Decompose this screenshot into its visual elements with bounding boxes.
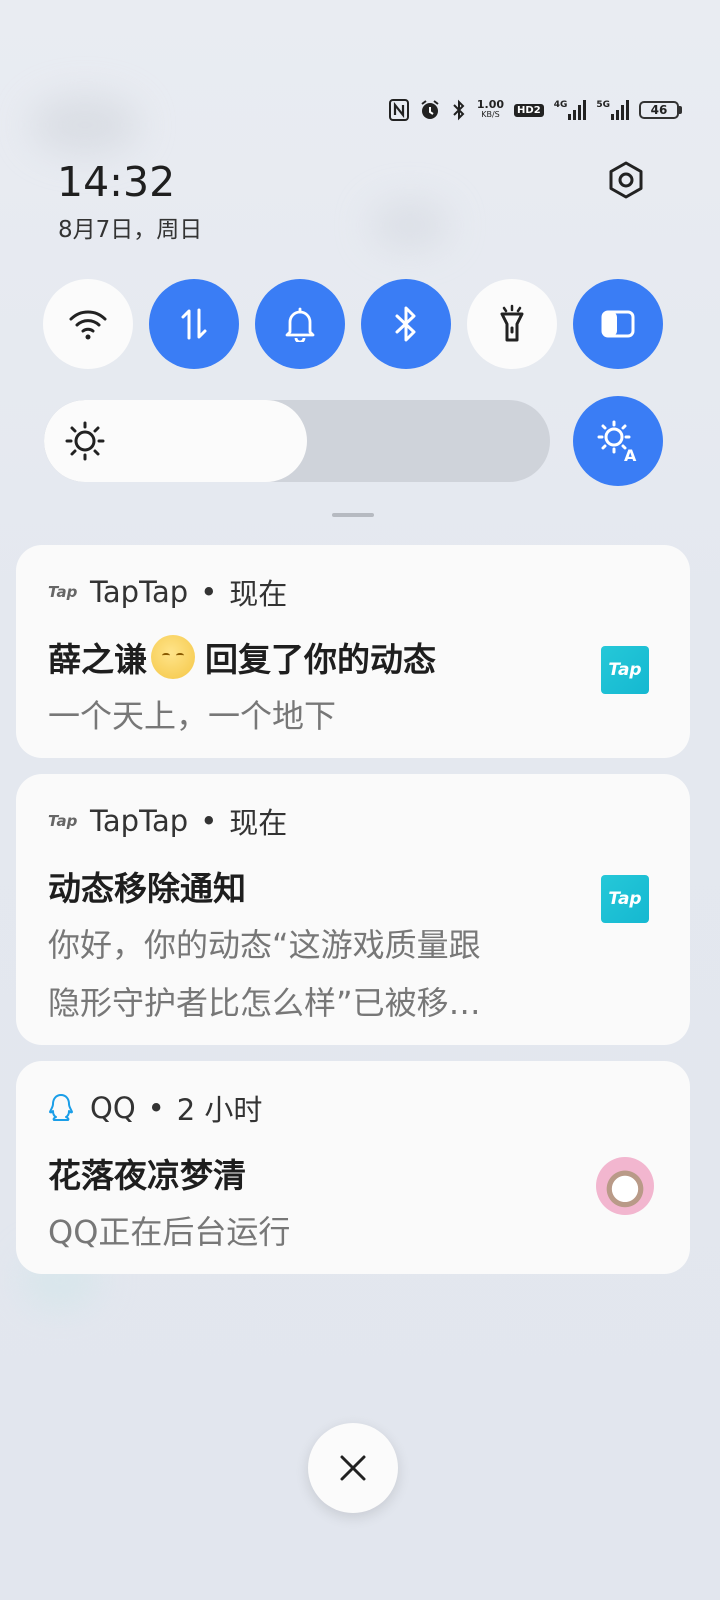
app-name: TapTap	[90, 575, 189, 609]
notification-body: 你好，你的动态“这游戏质量跟 隐形守护者比怎么样”已被移…	[48, 916, 558, 1032]
taptap-mini-icon: Tap	[48, 583, 78, 601]
net-speed: 1.00 KB/S	[477, 99, 504, 120]
notification-card[interactable]: Tap TapTap • 现在 薛之谦 回复了你的动态 一个天上，一个地下 Ta…	[16, 545, 690, 758]
separator: •	[200, 575, 218, 609]
signal-bars-icon	[568, 100, 587, 120]
notification-header: Tap TapTap • 现在	[48, 571, 658, 613]
bluetooth-icon	[451, 99, 467, 121]
signal-2: 5G	[596, 100, 629, 120]
auto-brightness-icon: A	[597, 420, 637, 463]
app-name: TapTap	[90, 804, 189, 838]
wifi-icon	[69, 310, 107, 340]
notification-body: QQ正在后台运行	[48, 1213, 291, 1251]
mobile-data-icon	[181, 308, 207, 340]
flashlight-icon	[500, 304, 524, 342]
notification-time: 现在	[229, 577, 288, 611]
wallpaper-blob	[30, 95, 140, 155]
notification-time: 现在	[229, 806, 288, 840]
notification-title-name: 薛之谦	[48, 640, 147, 679]
toggle-bluetooth[interactable]	[361, 279, 451, 369]
svg-text:A: A	[624, 446, 637, 463]
bluetooth-icon	[395, 306, 416, 342]
battery-icon: 46	[639, 101, 682, 119]
toggle-wifi[interactable]	[43, 279, 133, 369]
wallpaper-blob	[370, 200, 450, 250]
net-speed-unit: KB/S	[481, 110, 500, 119]
notification-body-line: 你好，你的动态“这游戏质量跟	[48, 926, 481, 964]
taptap-app-icon: Tap	[601, 646, 649, 694]
settings-gear-icon[interactable]	[606, 160, 646, 200]
bell-icon	[285, 307, 315, 342]
notification-header: Tap TapTap • 现在	[48, 800, 658, 842]
close-button[interactable]	[308, 1423, 398, 1513]
status-bar: 1.00 KB/S HD2 4G 5G 46	[388, 96, 682, 124]
dark-mode-icon	[601, 310, 635, 338]
signal-1-label: 4G	[553, 100, 568, 110]
close-icon	[340, 1455, 366, 1481]
notification-title: 花落夜凉梦清	[48, 1156, 246, 1195]
notification-title: 动态移除通知	[48, 869, 246, 908]
notification-header: QQ • 2 小时	[48, 1087, 658, 1129]
signal-2-label: 5G	[596, 100, 610, 110]
separator: •	[200, 804, 218, 838]
toggle-flashlight[interactable]	[467, 279, 557, 369]
toggle-mobile-data[interactable]	[149, 279, 239, 369]
nfc-icon	[388, 99, 409, 121]
brightness-slider[interactable]	[44, 400, 550, 482]
signal-bars-icon	[611, 100, 629, 120]
signal-1: 4G	[554, 100, 587, 120]
clock-time: 14:32	[57, 158, 176, 206]
separator: •	[147, 1091, 165, 1125]
notification-body: 一个天上，一个地下	[48, 697, 337, 735]
taptap-mini-icon: Tap	[48, 812, 78, 830]
notification-card[interactable]: Tap TapTap • 现在 动态移除通知 你好，你的动态“这游戏质量跟 隐形…	[16, 774, 690, 1045]
hd-badge: HD2	[514, 103, 544, 117]
notification-card[interactable]: QQ • 2 小时 花落夜凉梦清 QQ正在后台运行	[16, 1061, 690, 1274]
qq-penguin-icon	[48, 1093, 78, 1123]
alarm-icon	[419, 99, 441, 121]
battery-level: 46	[639, 101, 679, 119]
notification-title-suffix: 回复了你的动态	[205, 640, 436, 679]
notification-body-line: 隐形守护者比怎么样”已被移…	[48, 984, 481, 1022]
auto-brightness-button[interactable]: A	[573, 396, 663, 486]
toggle-dark-mode[interactable]	[573, 279, 663, 369]
taptap-app-icon: Tap	[601, 875, 649, 923]
avatar	[596, 1157, 654, 1215]
toggle-ring[interactable]	[255, 279, 345, 369]
sun-icon	[65, 421, 105, 461]
notification-title: 薛之谦 回复了你的动态	[48, 633, 658, 681]
panel-drag-handle[interactable]	[332, 513, 374, 517]
clock-date: 8月7日，周日	[58, 217, 203, 243]
app-name: QQ	[90, 1091, 136, 1125]
notification-time: 2 小时	[176, 1093, 263, 1127]
smiling-moon-emoji-icon	[151, 635, 195, 679]
